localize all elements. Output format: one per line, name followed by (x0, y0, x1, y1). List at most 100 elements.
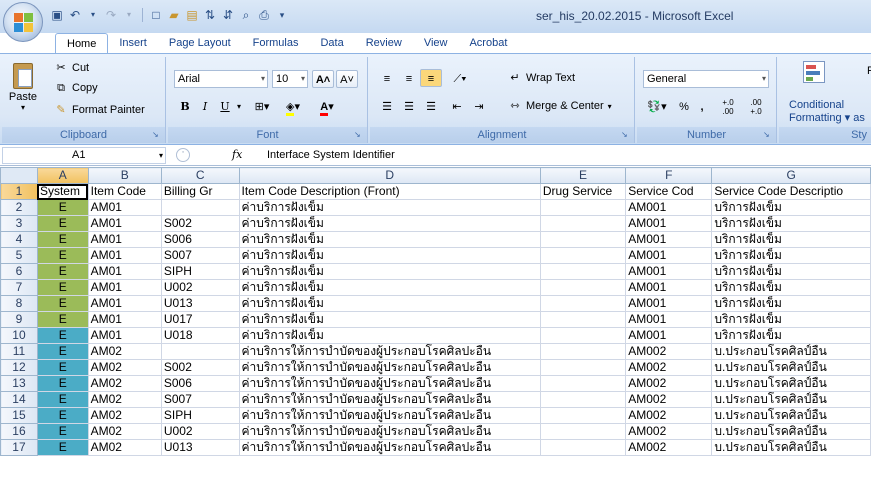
cell-f[interactable]: AM001 (625, 311, 713, 328)
column-header-g[interactable]: G (711, 167, 871, 184)
undo-icon[interactable]: ↶ (68, 8, 82, 22)
cell-e[interactable] (539, 423, 627, 440)
cut-button[interactable]: ✂ Cut (54, 61, 89, 75)
cell-b[interactable]: AM01 (87, 311, 162, 328)
clipboard-dialog-launcher-icon[interactable]: ↘ (152, 130, 162, 140)
cell-g[interactable]: บริการฝังเข็ม (711, 247, 871, 264)
cell-a[interactable]: E (36, 343, 89, 360)
cell-c[interactable]: S006 (160, 375, 240, 392)
cell-e[interactable] (539, 439, 627, 456)
paste-dropdown-icon[interactable]: ▾ (8, 103, 38, 112)
print-preview-icon[interactable]: ⌕ (239, 8, 253, 22)
cell-f[interactable]: AM001 (625, 215, 713, 232)
cell-c[interactable]: S006 (160, 231, 240, 248)
cell-g[interactable]: บริการฝังเข็ม (711, 311, 871, 328)
cell-a[interactable]: E (36, 263, 89, 280)
cell-a[interactable]: E (36, 423, 89, 440)
cell-b[interactable]: AM02 (87, 391, 162, 408)
italic-button[interactable]: I (196, 97, 214, 115)
align-right-icon[interactable]: ☰ (420, 97, 442, 115)
cell-e[interactable] (539, 407, 627, 424)
conditional-formatting-button[interactable]: Conditional Formatting ▾ as (789, 99, 865, 124)
tab-page-layout[interactable]: Page Layout (158, 33, 242, 53)
bold-button[interactable]: B (176, 97, 194, 115)
grow-font-icon[interactable]: A˄ (312, 70, 334, 88)
cell-g[interactable]: บ.ประกอบโรคศิลป์อื่น (711, 407, 871, 424)
cell-c[interactable]: U018 (160, 327, 240, 344)
row-header[interactable]: 5 (0, 247, 38, 264)
cell-c[interactable]: S007 (160, 247, 240, 264)
save-icon[interactable]: ▣ (50, 8, 64, 22)
number-format-select[interactable]: General ▾ (643, 70, 769, 88)
align-middle-icon[interactable]: ≡ (398, 69, 420, 87)
cell-a[interactable]: E (36, 375, 89, 392)
cell-g[interactable]: บริการฝังเข็ม (711, 215, 871, 232)
cell-e[interactable] (539, 263, 627, 280)
copy-doc-icon[interactable]: ▤ (185, 8, 199, 22)
cell-g[interactable]: บริการฝังเข็ม (711, 279, 871, 296)
row-header[interactable]: 1 (0, 183, 38, 200)
cell-d[interactable]: ค่าบริการฝังเข็ม (238, 215, 541, 232)
row-header[interactable]: 2 (0, 199, 38, 216)
worksheet-grid[interactable]: A B C D E F G 1 System Item Code Billing Gr… (0, 167, 871, 495)
tab-acrobat[interactable]: Acrobat (458, 33, 518, 53)
cell-a[interactable]: E (36, 391, 89, 408)
cell-e[interactable]: Drug Service (539, 183, 627, 200)
cell-f[interactable]: AM002 (625, 359, 713, 376)
orientation-icon[interactable]: ⟋▾ (446, 69, 474, 87)
align-top-icon[interactable]: ≡ (376, 69, 398, 87)
cell-c[interactable]: S002 (160, 359, 240, 376)
row-header[interactable]: 16 (0, 423, 38, 440)
cell-b[interactable]: AM01 (87, 231, 162, 248)
redo-dropdown-icon[interactable]: ▾ (122, 8, 136, 22)
format-painter-button[interactable]: ✎ Format Painter (54, 103, 144, 117)
cell-f[interactable]: AM002 (625, 407, 713, 424)
increase-indent-icon[interactable]: ⇥ (468, 97, 490, 115)
cell-g[interactable]: บริการฝังเข็ม (711, 295, 871, 312)
align-left-icon[interactable]: ☰ (376, 97, 398, 115)
row-header[interactable]: 3 (0, 215, 38, 232)
print-icon[interactable]: ⎙ (257, 8, 271, 22)
cell-e[interactable] (539, 279, 627, 296)
cell-b[interactable]: AM02 (87, 359, 162, 376)
cell-f[interactable]: AM001 (625, 247, 713, 264)
merge-center-dropdown-icon[interactable]: ▾ (608, 102, 612, 111)
cell-d[interactable]: ค่าบริการให้การบำบัดของผู้ประกอบโรคศิลปะ… (238, 439, 541, 456)
cell-a[interactable]: E (36, 247, 89, 264)
cell-c[interactable]: U002 (160, 279, 240, 296)
cell-g[interactable]: บ.ประกอบโรคศิลป์อื่น (711, 423, 871, 440)
cell-c[interactable]: SIPH (160, 407, 240, 424)
row-header[interactable]: 9 (0, 311, 38, 328)
row-header[interactable]: 14 (0, 391, 38, 408)
cell-g[interactable]: Service Code Descriptio (711, 183, 871, 200)
cell-a[interactable]: E (36, 215, 89, 232)
column-header-a[interactable]: A (36, 167, 89, 184)
tab-formulas[interactable]: Formulas (242, 33, 310, 53)
cell-b[interactable]: AM01 (87, 327, 162, 344)
cell-d[interactable]: ค่าบริการฝังเข็ม (238, 263, 541, 280)
cell-c[interactable]: U017 (160, 311, 240, 328)
undo-dropdown-icon[interactable]: ▾ (86, 8, 100, 22)
cell-d[interactable]: ค่าบริการให้การบำบัดของผู้ประกอบโรคศิลปะ… (238, 343, 541, 360)
cell-b[interactable]: AM02 (87, 439, 162, 456)
cell-g[interactable]: บ.ประกอบโรคศิลป์อื่น (711, 391, 871, 408)
cell-g[interactable]: บริการฝังเข็ม (711, 263, 871, 280)
tab-view[interactable]: View (413, 33, 459, 53)
tab-data[interactable]: Data (309, 33, 354, 53)
sort-descending-icon[interactable]: ⇵ (221, 8, 235, 22)
cell-e[interactable] (539, 295, 627, 312)
percent-style-button[interactable]: % (675, 97, 693, 115)
tab-home[interactable]: Home (55, 33, 109, 53)
column-header-e[interactable]: E (539, 167, 627, 184)
cell-e[interactable] (539, 215, 627, 232)
cell-e[interactable] (539, 247, 627, 264)
cell-c[interactable]: Billing Gr (160, 183, 240, 200)
wrap-text-button[interactable]: ↵ Wrap Text (508, 71, 575, 85)
cell-g[interactable]: บริการฝังเข็ม (711, 327, 871, 344)
cell-b[interactable]: AM01 (87, 263, 162, 280)
cell-f[interactable]: AM002 (625, 375, 713, 392)
cell-d[interactable]: ค่าบริการให้การบำบัดของผู้ประกอบโรคศิลปะ… (238, 407, 541, 424)
font-dialog-launcher-icon[interactable]: ↘ (354, 130, 364, 140)
row-header[interactable]: 4 (0, 231, 38, 248)
cell-f[interactable]: AM002 (625, 423, 713, 440)
